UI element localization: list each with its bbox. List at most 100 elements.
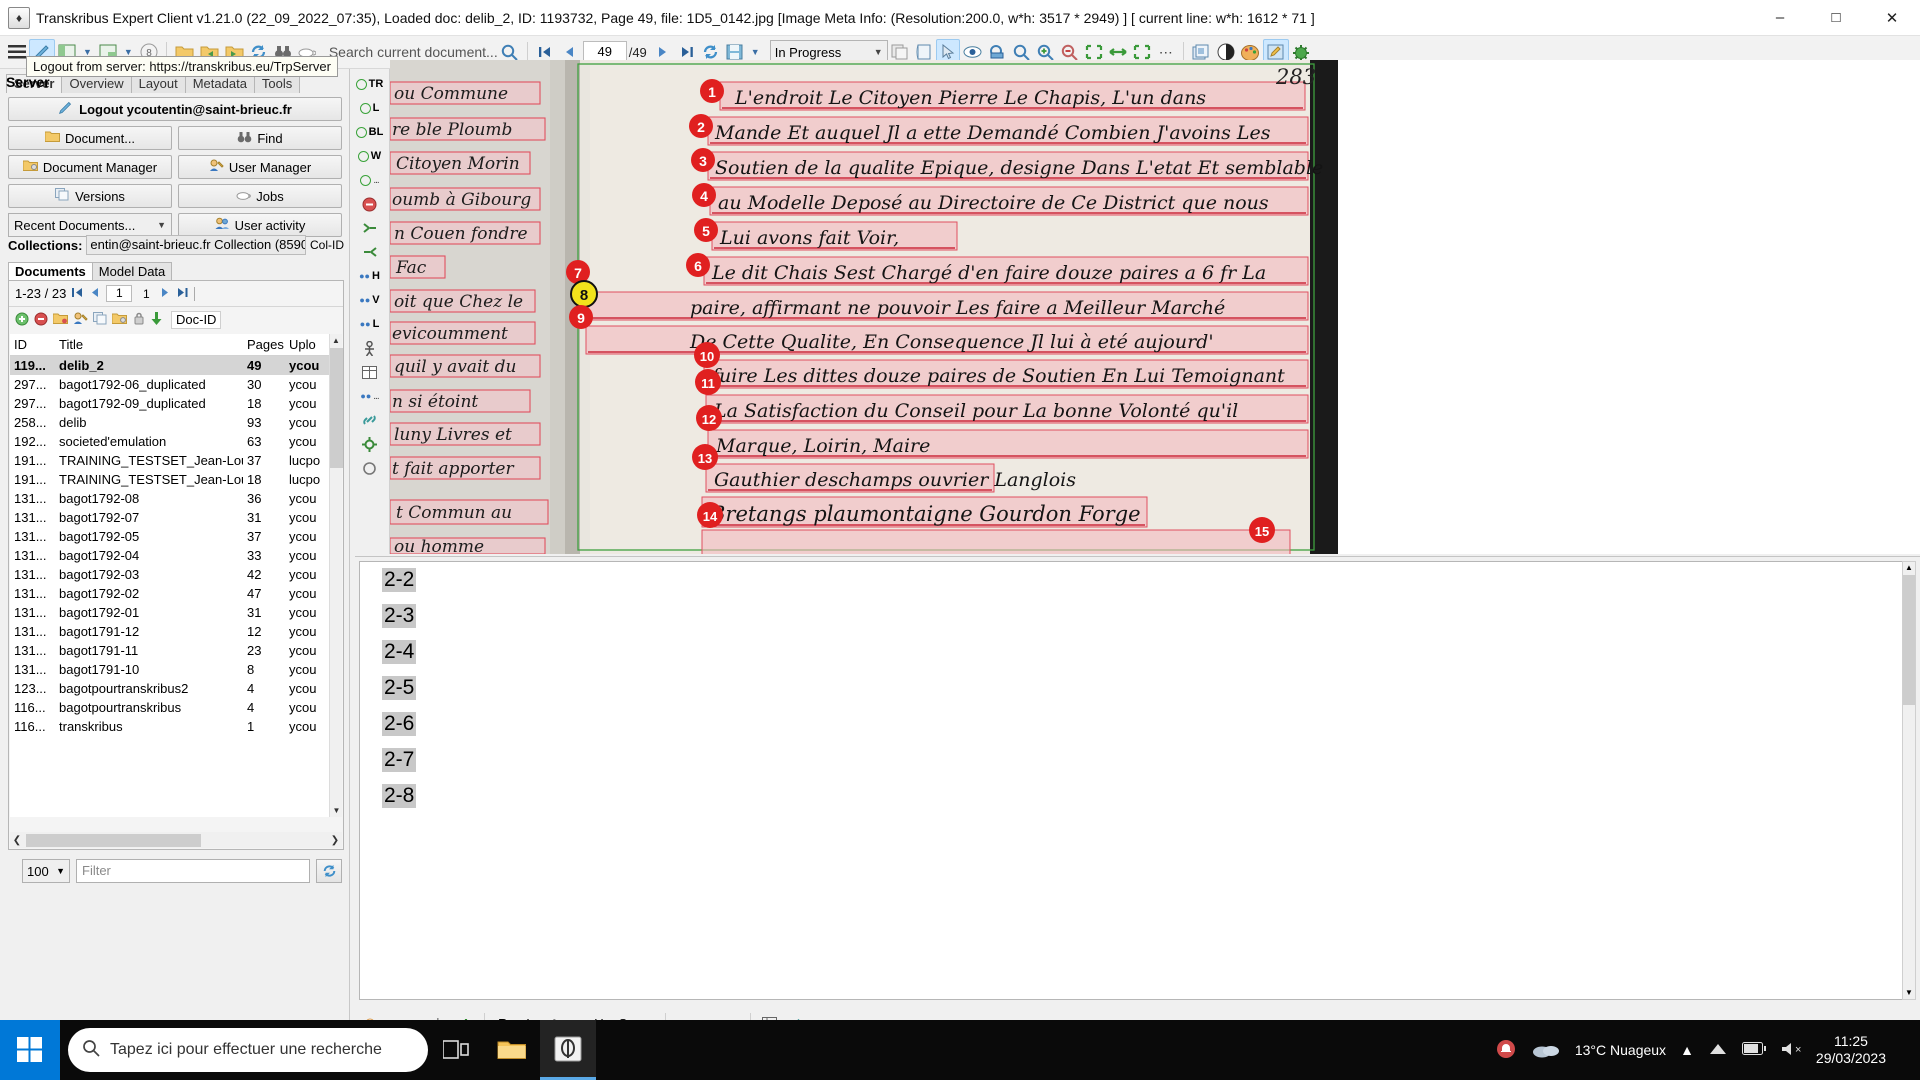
- table-row[interactable]: 131... bagot1792-08 36 ycou: [10, 489, 329, 508]
- transcription-scrollbar[interactable]: ▲ ▼: [1902, 561, 1916, 1000]
- tool-split-vertical[interactable]: ●● V: [352, 289, 388, 311]
- pager-last-icon[interactable]: [176, 287, 188, 301]
- task-view-icon[interactable]: [428, 1020, 484, 1080]
- col-header-uploader[interactable]: Uplo: [285, 334, 329, 356]
- scroll-thumb[interactable]: [330, 348, 343, 468]
- hscroll-thumb[interactable]: [26, 833, 201, 847]
- search-current-document[interactable]: Search current document...: [329, 44, 498, 60]
- table-row[interactable]: 116... transkribus 1 ycou: [10, 717, 329, 736]
- hscroll-left-icon[interactable]: ❮: [10, 835, 24, 846]
- table-row[interactable]: 131... bagot1792-03 42 ycou: [10, 565, 329, 584]
- table-row[interactable]: 131... bagot1792-02 47 ycou: [10, 584, 329, 603]
- scroll-up-icon[interactable]: ▲: [330, 334, 342, 347]
- document-manager-button[interactable]: Document Manager: [8, 155, 172, 179]
- col-header-id[interactable]: ID: [10, 334, 55, 356]
- pager-next-icon[interactable]: [160, 287, 170, 301]
- jobs-button[interactable]: Jobs: [178, 184, 342, 208]
- tool-more-shapes[interactable]: ...: [352, 169, 388, 191]
- col-header-pages[interactable]: Pages: [243, 334, 285, 356]
- folder-properties-icon[interactable]: [111, 312, 127, 328]
- document-button[interactable]: Document...: [8, 126, 172, 150]
- tool-split-line[interactable]: ●● L: [352, 313, 388, 335]
- tool-split-shape[interactable]: [352, 217, 388, 239]
- table-row[interactable]: 191... TRAINING_TESTSET_Jean-Loui... 37 luc…: [10, 451, 329, 470]
- table-row[interactable]: 116... bagotpourtranskribus 4 ycou: [10, 698, 329, 717]
- transcription-line[interactable]: 2-6: [360, 706, 1915, 742]
- table-row[interactable]: 131... bagot1791-10 8 ycou: [10, 660, 329, 679]
- scroll-down-icon[interactable]: ▼: [330, 804, 343, 817]
- filter-refresh-button[interactable]: [316, 859, 342, 883]
- pager-prev-icon[interactable]: [90, 287, 100, 301]
- notification-bell-icon[interactable]: [1495, 1038, 1517, 1063]
- table-row[interactable]: 119... delib_2 49 ycou: [10, 355, 329, 375]
- tool-link-shapes[interactable]: [352, 409, 388, 431]
- minimize-button[interactable]: –: [1752, 0, 1808, 36]
- taskbar-clock[interactable]: 11:25 29/03/2023: [1816, 1033, 1886, 1068]
- edit-user-icon[interactable]: [73, 312, 88, 328]
- table-row[interactable]: 123... bagotpourtranskribus2 4 ycou: [10, 679, 329, 698]
- table-row[interactable]: 258... delib 93 ycou: [10, 413, 329, 432]
- start-button[interactable]: [0, 1020, 60, 1080]
- transkribus-app-icon[interactable]: [540, 1020, 596, 1080]
- scroll-up-icon[interactable]: ▲: [1903, 562, 1915, 574]
- scroll-thumb[interactable]: [1903, 575, 1915, 705]
- network-icon[interactable]: [1708, 1041, 1728, 1060]
- tool-baseline[interactable]: BL: [352, 121, 388, 143]
- table-row[interactable]: 131... bagot1792-01 31 ycou: [10, 603, 329, 622]
- pager-page-input[interactable]: 1: [106, 285, 133, 302]
- transcription-editor[interactable]: 2-2 2-3 2-4 2-5 2-6 2-7 2-8: [359, 561, 1916, 1000]
- hscroll-right-icon[interactable]: ❯: [328, 835, 342, 846]
- table-row[interactable]: 191... TRAINING_TESTSET_Jean-Loui... 18 luc…: [10, 470, 329, 489]
- documents-vertical-scrollbar[interactable]: ▲ ▼: [329, 334, 343, 817]
- weather-label[interactable]: 13°C Nuageux: [1575, 1042, 1666, 1058]
- tab-model-data[interactable]: Model Data: [91, 262, 173, 281]
- maximize-button[interactable]: □: [1808, 0, 1864, 36]
- table-row[interactable]: 131... bagot1792-05 37 ycou: [10, 527, 329, 546]
- tool-delete-shape[interactable]: [352, 193, 388, 215]
- add-document-icon[interactable]: [15, 312, 29, 329]
- hscroll-track[interactable]: [24, 833, 328, 847]
- tray-expand-icon[interactable]: ▲: [1680, 1042, 1694, 1058]
- tool-text-region[interactable]: TR: [352, 73, 388, 95]
- transcription-line[interactable]: 2-2: [360, 562, 1915, 598]
- transcription-line[interactable]: 2-3: [360, 598, 1915, 634]
- transcription-line[interactable]: 2-8: [360, 778, 1915, 814]
- transcription-line[interactable]: 2-5: [360, 670, 1915, 706]
- tool-word[interactable]: W: [352, 145, 388, 167]
- remove-document-icon[interactable]: [34, 312, 48, 329]
- find-button[interactable]: Find: [178, 126, 342, 150]
- lock-icon[interactable]: [132, 312, 146, 328]
- new-folder-icon[interactable]: [52, 312, 68, 328]
- taskbar-search[interactable]: Tapez ici pour effectuer une recherche: [68, 1028, 428, 1072]
- table-row[interactable]: 297... bagot1792-06_duplicated 30 ycou: [10, 375, 329, 394]
- tool-more-options[interactable]: ●●...: [352, 385, 388, 407]
- collections-select[interactable]: entin@saint-brieuc.fr Collection (8590, …: [86, 235, 306, 255]
- transcription-line[interactable]: 2-4: [360, 634, 1915, 670]
- tool-table[interactable]: [352, 361, 388, 383]
- image-canvas[interactable]: ou Commune re ble Ploumb Citoyen Morin o…: [390, 60, 1920, 554]
- versions-button[interactable]: Versions: [8, 184, 172, 208]
- tool-person[interactable]: [352, 337, 388, 359]
- filter-input[interactable]: Filter: [76, 859, 310, 883]
- table-row[interactable]: 131... bagot1791-12 12 ycou: [10, 622, 329, 641]
- scroll-down-icon[interactable]: ▼: [1903, 987, 1915, 999]
- tool-circle-shape[interactable]: [352, 457, 388, 479]
- tool-line[interactable]: L: [352, 97, 388, 119]
- table-row[interactable]: 131... bagot1791-11 23 ycou: [10, 641, 329, 660]
- file-explorer-icon[interactable]: [484, 1020, 540, 1080]
- duplicate-icon[interactable]: [93, 312, 107, 328]
- battery-icon[interactable]: [1741, 1042, 1766, 1058]
- save-dropdown-caret-icon[interactable]: ▼: [747, 47, 764, 57]
- table-row[interactable]: 131... bagot1792-07 31 ycou: [10, 508, 329, 527]
- tab-documents[interactable]: Documents: [8, 262, 93, 281]
- pager-first-icon[interactable]: [72, 287, 84, 301]
- tool-settings[interactable]: [352, 433, 388, 455]
- table-row[interactable]: 131... bagot1792-04 33 ycou: [10, 546, 329, 565]
- tool-split-horizontal[interactable]: ●● H: [352, 265, 388, 287]
- logout-button[interactable]: Logout ycoutentin@saint-brieuc.fr: [8, 97, 342, 121]
- documents-horizontal-scrollbar[interactable]: ❮ ❯: [10, 832, 342, 848]
- col-header-title[interactable]: Title: [55, 334, 243, 356]
- download-icon[interactable]: [151, 311, 162, 329]
- table-row[interactable]: 192... societed'emulation 63 ycou: [10, 432, 329, 451]
- volume-icon[interactable]: ×: [1780, 1041, 1802, 1060]
